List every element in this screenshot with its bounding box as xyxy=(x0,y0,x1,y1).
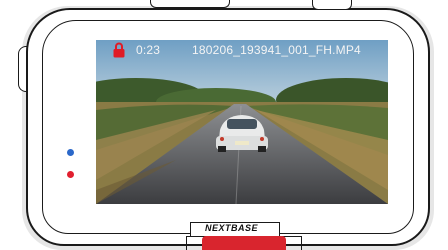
road-scene-image xyxy=(96,40,388,204)
blue-status-led xyxy=(67,149,74,156)
top-mount-tab xyxy=(150,0,230,8)
top-power-button[interactable] xyxy=(312,0,352,10)
brand-logo: NEXTBASE xyxy=(205,223,259,233)
video-playback-screen[interactable]: 0:23 180206_193941_001_FH.MP4 xyxy=(96,40,388,204)
record-button[interactable] xyxy=(202,236,286,250)
recording-time: 0:23 xyxy=(136,43,161,57)
status-bar: 0:23 180206_193941_001_FH.MP4 xyxy=(96,40,388,60)
video-filename: 180206_193941_001_FH.MP4 xyxy=(192,43,361,57)
padlock-icon xyxy=(113,42,125,58)
red-status-led xyxy=(67,171,74,178)
